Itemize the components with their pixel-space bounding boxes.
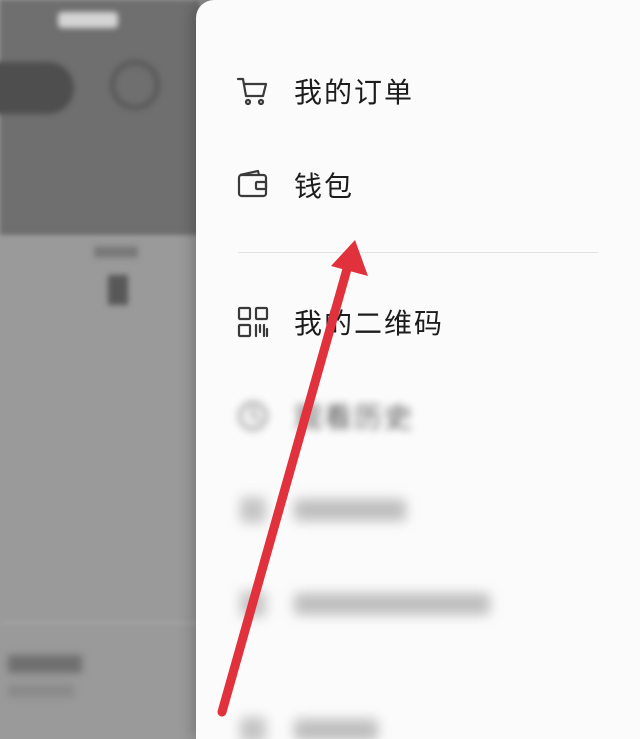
background-text-block bbox=[8, 655, 82, 673]
wallet-icon bbox=[236, 168, 270, 202]
menu-item-blurred[interactable] bbox=[236, 490, 406, 530]
menu-item-label: 我的二维码 bbox=[294, 307, 445, 340]
background-pill-button bbox=[0, 62, 74, 114]
background-status-bar bbox=[58, 12, 118, 28]
cart-icon bbox=[236, 74, 270, 108]
menu-item-icon bbox=[236, 713, 270, 739]
clock-icon bbox=[236, 399, 270, 433]
qr-code-icon bbox=[236, 305, 270, 339]
menu-item-blurred[interactable] bbox=[236, 584, 490, 624]
menu-item-my-qr-code[interactable]: 我的二维码 bbox=[236, 302, 444, 342]
menu-item-icon bbox=[236, 587, 270, 621]
menu-item-my-orders[interactable]: 我的订单 bbox=[236, 71, 414, 111]
menu-item-label: 观看历史 bbox=[294, 401, 415, 434]
side-drawer: 我的订单 钱包 我的二维码 观看历史 bbox=[196, 0, 640, 739]
menu-item-watch-history[interactable]: 观看历史 bbox=[236, 396, 414, 436]
background-stat-label bbox=[94, 246, 138, 258]
background-header bbox=[0, 0, 200, 235]
menu-item-blurred[interactable] bbox=[236, 710, 378, 739]
menu-item-wallet[interactable]: 钱包 bbox=[236, 165, 354, 205]
menu-divider bbox=[238, 252, 598, 253]
menu-item-label: 我的订单 bbox=[294, 76, 415, 109]
background-circle-icon bbox=[110, 60, 160, 110]
background-app-overlay[interactable] bbox=[0, 0, 200, 739]
menu-item-label: 钱包 bbox=[294, 170, 355, 203]
menu-item-label-placeholder bbox=[294, 499, 406, 521]
background-divider bbox=[0, 622, 200, 624]
background-stat-value bbox=[108, 275, 128, 305]
background-text-block bbox=[8, 685, 74, 697]
menu-item-label-placeholder bbox=[294, 719, 378, 739]
menu-item-icon bbox=[236, 493, 270, 527]
menu-item-label-placeholder bbox=[294, 593, 490, 615]
